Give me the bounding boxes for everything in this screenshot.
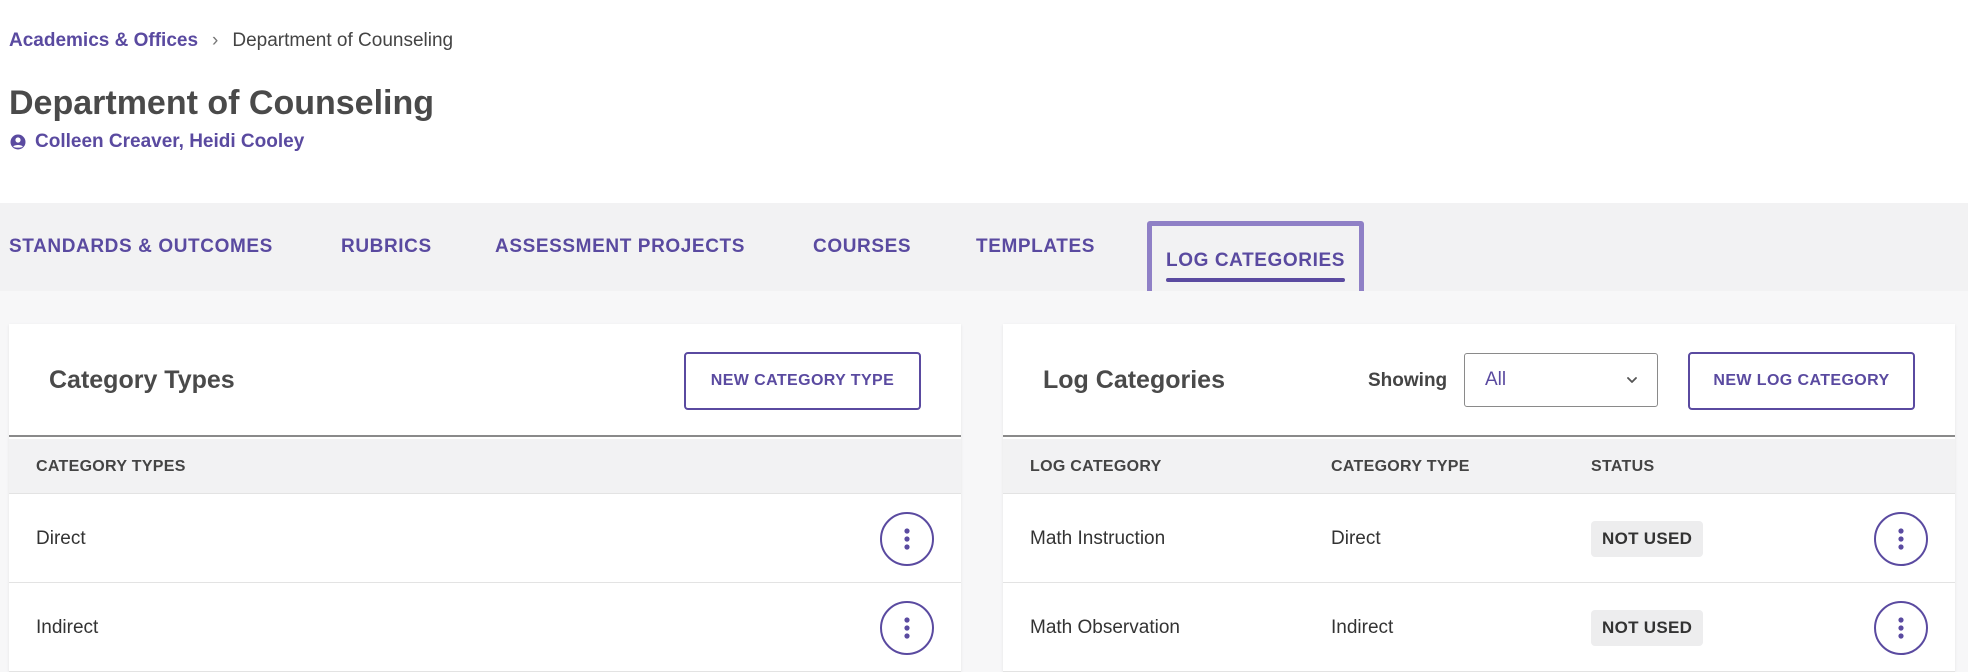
category-types-title: Category Types	[49, 366, 235, 394]
active-tab-underline	[1166, 278, 1346, 282]
table-row: Math Instruction Direct NOT USED	[1003, 495, 1955, 583]
breadcrumb-parent-link[interactable]: Academics & Offices	[9, 30, 198, 52]
showing-label: Showing	[1368, 370, 1448, 391]
category-type-name: Direct	[36, 528, 86, 549]
more-vertical-icon	[904, 617, 910, 639]
table-row: Indirect	[9, 584, 961, 672]
breadcrumb-separator: ›	[212, 30, 219, 51]
more-vertical-icon	[1898, 528, 1904, 550]
column-header-status[interactable]: STATUS	[1591, 439, 1654, 494]
page-title: Department of Counseling	[9, 84, 435, 122]
log-categories-panel: Log Categories Showing All NEW LOG CATEG…	[1003, 324, 1955, 672]
log-categories-table-header: LOG CATEGORY CATEGORY TYPE STATUS	[1003, 439, 1955, 494]
log-category-type: Indirect	[1331, 617, 1394, 638]
log-category-type: Direct	[1331, 528, 1381, 549]
log-category-name: Math Observation	[1030, 617, 1180, 638]
tab-assessment-projects[interactable]: ASSESSMENT PROJECTS	[495, 203, 745, 291]
log-categories-title: Log Categories	[1043, 366, 1225, 394]
tab-rubrics[interactable]: RUBRICS	[341, 203, 432, 291]
tab-templates[interactable]: TEMPLATES	[976, 203, 1095, 291]
tab-log-categories[interactable]: LOG CATEGORIES	[1147, 221, 1365, 301]
chevron-down-icon	[1627, 377, 1637, 383]
table-row: Direct	[9, 495, 961, 583]
column-header-log-category[interactable]: LOG CATEGORY	[1030, 439, 1162, 494]
log-categories-header: Log Categories Showing All NEW LOG CATEG…	[1003, 324, 1955, 437]
column-header-category-types[interactable]: CATEGORY TYPES	[36, 439, 186, 494]
row-actions-button[interactable]	[880, 512, 934, 566]
row-actions-button[interactable]	[1874, 601, 1928, 655]
new-log-category-button[interactable]: NEW LOG CATEGORY	[1688, 352, 1915, 410]
status-filter-value: All	[1485, 369, 1507, 390]
tab-bar: STANDARDS & OUTCOMES RUBRICS ASSESSMENT …	[0, 203, 1968, 301]
owners-names[interactable]: Colleen Creaver, Heidi Cooley	[35, 131, 304, 153]
status-badge: NOT USED	[1591, 610, 1704, 646]
more-vertical-icon	[904, 528, 910, 550]
user-circle-icon	[10, 134, 26, 150]
more-vertical-icon	[1898, 617, 1904, 639]
table-row: Math Observation Indirect NOT USED	[1003, 584, 1955, 672]
row-actions-button[interactable]	[1874, 512, 1928, 566]
row-actions-button[interactable]	[880, 601, 934, 655]
category-types-table-header: CATEGORY TYPES	[9, 439, 961, 494]
category-types-panel: Category Types NEW CATEGORY TYPE CATEGOR…	[9, 324, 961, 672]
log-category-name: Math Instruction	[1030, 528, 1166, 549]
owners: Colleen Creaver, Heidi Cooley	[10, 131, 304, 153]
tab-courses[interactable]: COURSES	[813, 203, 911, 291]
category-type-name: Indirect	[36, 617, 99, 638]
status-filter-select[interactable]: All	[1464, 353, 1658, 407]
new-category-type-button[interactable]: NEW CATEGORY TYPE	[684, 352, 921, 410]
column-header-category-type[interactable]: CATEGORY TYPE	[1331, 439, 1470, 494]
category-types-header: Category Types NEW CATEGORY TYPE	[9, 324, 961, 437]
breadcrumb-current: Department of Counseling	[232, 30, 454, 51]
breadcrumb: Academics & Offices › Department of Coun…	[9, 30, 453, 52]
tab-standards-outcomes[interactable]: STANDARDS & OUTCOMES	[9, 203, 273, 291]
tab-log-categories-label: LOG CATEGORIES	[1166, 250, 1346, 271]
status-badge: NOT USED	[1591, 521, 1704, 557]
